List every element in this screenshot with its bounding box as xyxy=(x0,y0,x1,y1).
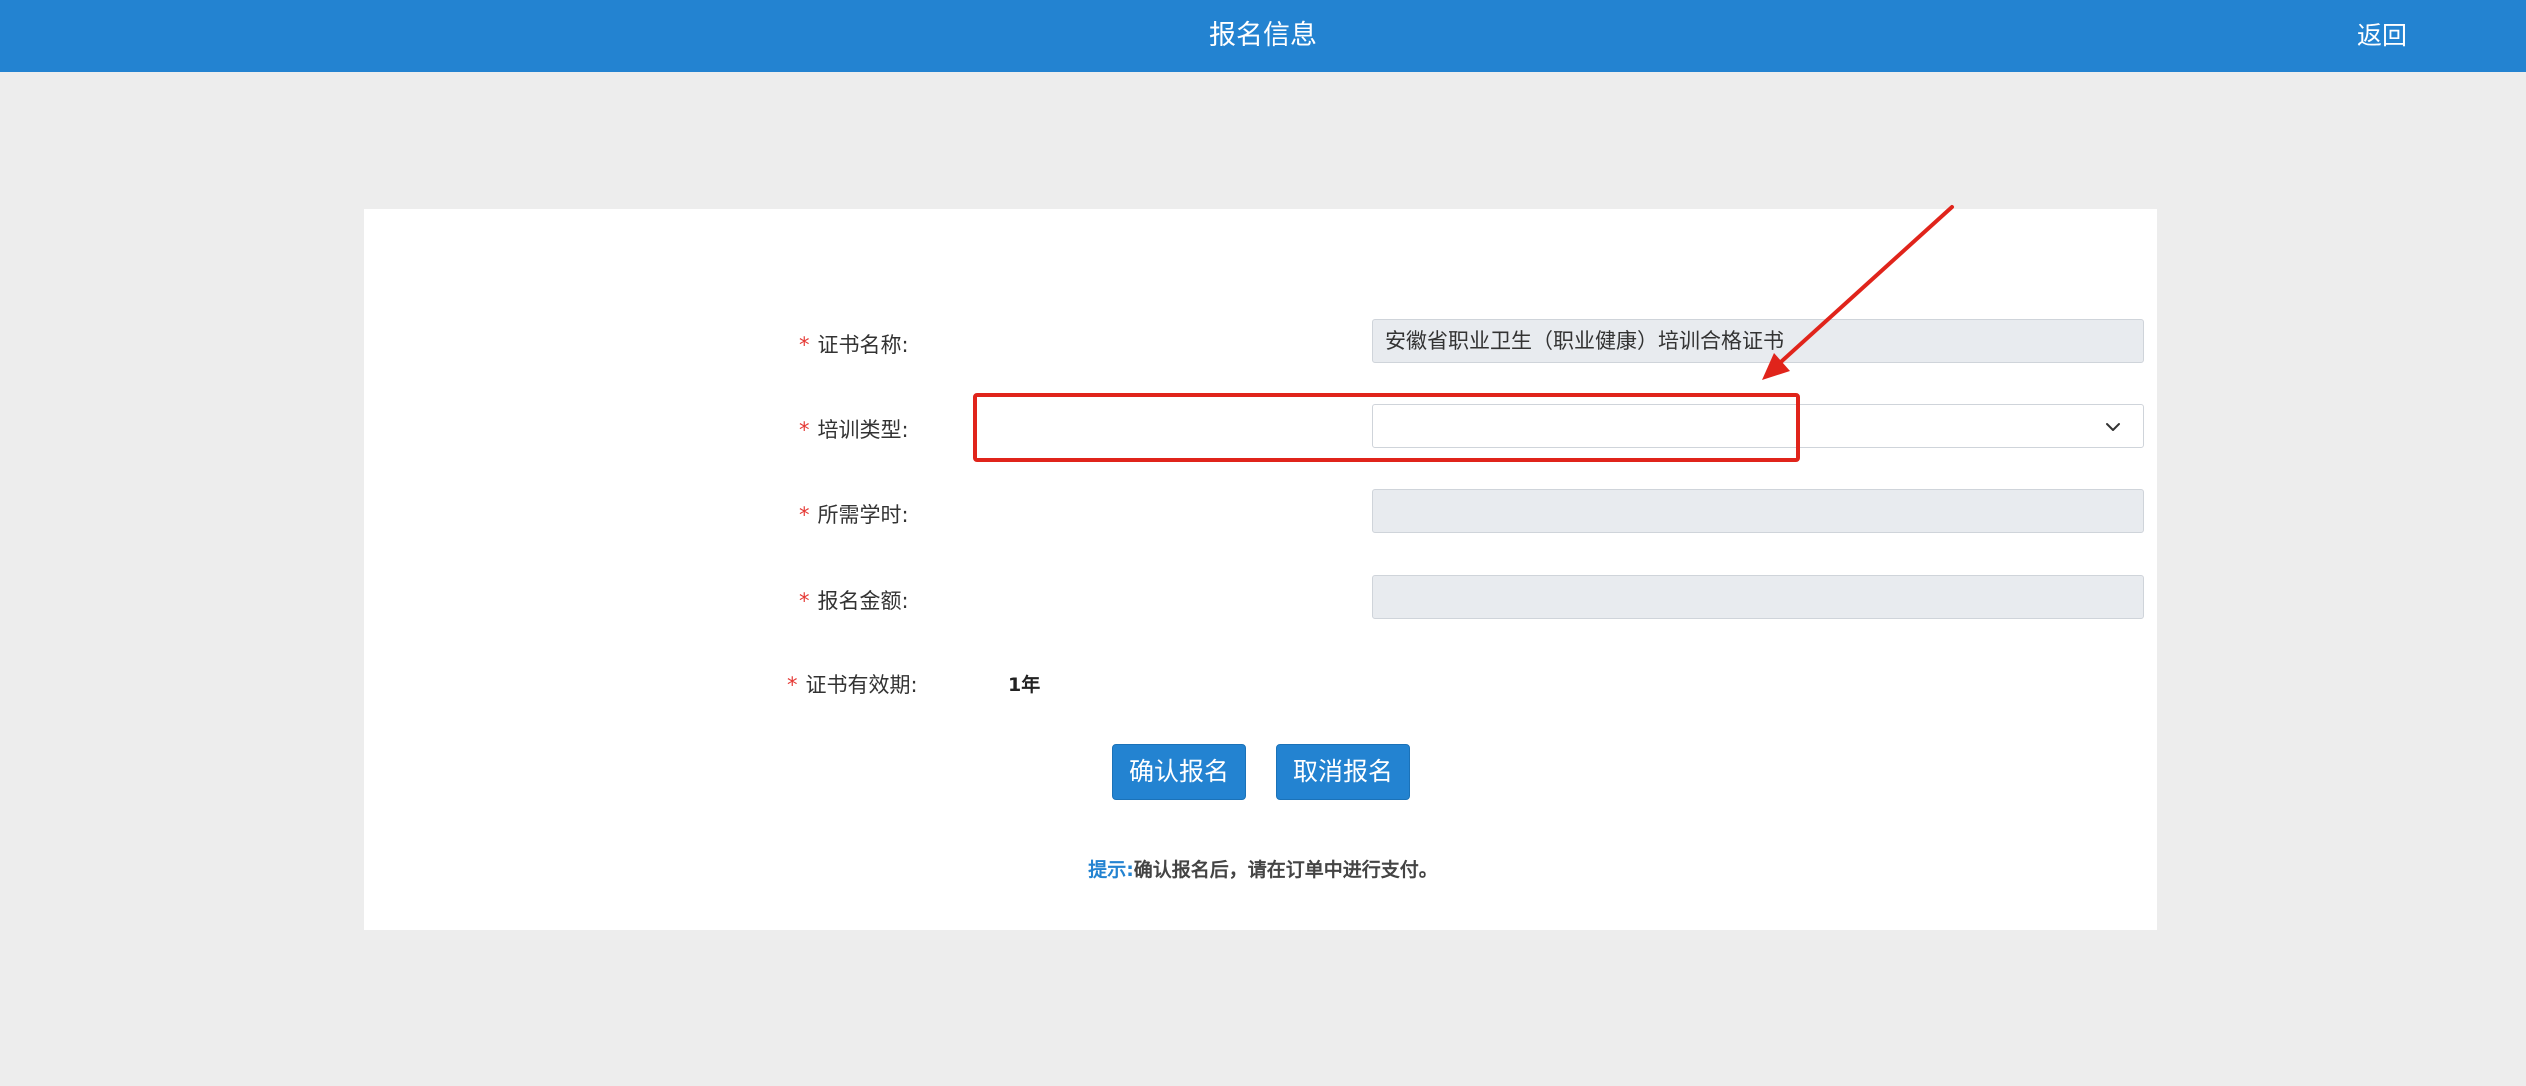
validity-label: * 证书有效期: xyxy=(787,669,918,699)
confirm-registration-button[interactable]: 确认报名 xyxy=(1112,744,1246,800)
hint-label: 提示: xyxy=(1088,859,1134,881)
required-mark: * xyxy=(799,418,810,442)
page-title: 报名信息 xyxy=(1209,20,1317,51)
validity-label-text: 证书有效期: xyxy=(805,673,918,697)
cancel-registration-button[interactable]: 取消报名 xyxy=(1276,744,1410,800)
certificate-name-label: * 证书名称: xyxy=(799,329,909,359)
chevron-down-icon xyxy=(2106,423,2120,431)
training-type-label-text: 培训类型: xyxy=(817,418,909,442)
validity-value: 1年 xyxy=(1008,674,1041,696)
required-mark: * xyxy=(799,333,810,357)
required-mark: * xyxy=(799,589,810,613)
required-hours-label: * 所需学时: xyxy=(799,499,909,529)
training-type-label: * 培训类型: xyxy=(799,414,909,444)
hint-text: 提示:确认报名后，请在订单中进行支付。 xyxy=(0,855,2526,882)
header-bar: 报名信息 返回 xyxy=(0,0,2526,72)
back-link[interactable]: 返回 xyxy=(2357,0,2407,72)
required-hours-field xyxy=(1372,489,2144,533)
annotation-arrow-icon xyxy=(1762,205,1954,380)
required-mark: * xyxy=(787,673,798,697)
fee-label: * 报名金额: xyxy=(799,585,909,615)
fee-label-text: 报名金额: xyxy=(817,589,909,613)
certificate-name-label-text: 证书名称: xyxy=(817,333,909,357)
required-hours-label-text: 所需学时: xyxy=(817,503,909,527)
fee-field xyxy=(1372,575,2144,619)
annotation-highlight-box xyxy=(973,393,1800,462)
hint-message: 确认报名后，请在订单中进行支付。 xyxy=(1133,859,1438,881)
required-mark: * xyxy=(799,503,810,527)
